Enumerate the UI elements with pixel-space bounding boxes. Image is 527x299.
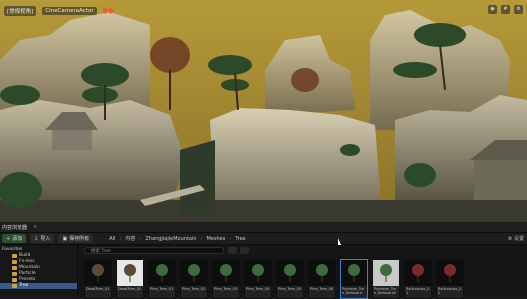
asset-thumbnail <box>181 260 207 286</box>
asset-name: RedLeaves_02 <box>438 287 462 295</box>
asset-name: Pine_Tree_05 <box>278 287 302 291</box>
asset-name: Pinetree_Tree_Billboard2 <box>374 287 397 295</box>
asset-name: DeadTree_01 <box>86 287 110 291</box>
tree-thumbnail-icon <box>156 264 168 282</box>
breadcrumb: All › 内容 › ZhangJiajieMountain › Meshes › Tr… <box>109 235 246 243</box>
scene-render <box>0 0 527 222</box>
asset-name: RedLeaves_01 <box>406 287 430 295</box>
tree-thumbnail-icon <box>380 264 392 282</box>
level-viewport[interactable]: [常规视角] CineCameraActor 录像 ◉ # ⚙ <box>0 0 527 222</box>
record-indicator: 录像 <box>102 9 114 15</box>
breadcrumb-item[interactable]: 内容 <box>125 235 135 242</box>
add-label: 添加 <box>12 236 23 242</box>
content-browser-tab[interactable]: 内容浏览器 × <box>0 222 527 233</box>
tree-thumbnail-icon <box>444 264 456 282</box>
tree-item-label: Tree <box>19 283 29 288</box>
breadcrumb-item[interactable]: Tree <box>235 236 245 242</box>
asset-name: Pine_Tree_04 <box>246 287 270 291</box>
tree-thumbnail-icon <box>220 264 232 282</box>
camera-actor-label[interactable]: CineCameraActor <box>42 7 97 15</box>
asset-tile[interactable]: Pine_Tree_03 <box>212 259 240 299</box>
asset-name: DeadTree_02 <box>118 287 142 291</box>
asset-view: 搜索 Tree DeadTree_01 DeadTree_02 Pine_Tree_… <box>78 245 527 299</box>
asset-tile[interactable]: RedLeaves_01 <box>404 259 432 299</box>
tree-thumbnail-icon <box>316 264 328 282</box>
breadcrumb-item[interactable]: ZhangJiajieMountain <box>145 236 196 242</box>
asset-tile[interactable]: Pine_Tree_02 <box>180 259 208 299</box>
folder-icon <box>12 272 17 276</box>
asset-tile[interactable]: Pinetree_Tree_Billboard <box>340 259 368 299</box>
asset-thumbnail <box>213 260 239 286</box>
folder-icon <box>12 266 17 270</box>
viewport-right-icons: ◉ # ⚙ <box>488 5 523 14</box>
tree-thumbnail-icon <box>252 264 264 282</box>
breadcrumb-item[interactable]: Meshes <box>206 236 225 242</box>
view-mode-label[interactable]: [常规视角] <box>4 6 37 16</box>
asset-tile[interactable]: Pinetree_Tree_Billboard2 <box>372 259 400 299</box>
settings-button[interactable]: ⚙ 设置 <box>508 235 524 242</box>
folder-icon <box>12 278 17 282</box>
import-icon: ⇩ <box>34 235 39 242</box>
add-button[interactable]: + 添加 <box>2 234 27 243</box>
grid-icon[interactable]: # <box>501 5 510 14</box>
gear-icon: ⚙ <box>507 236 513 242</box>
save-search-icon[interactable] <box>240 247 249 254</box>
mouse-cursor <box>338 238 344 245</box>
asset-thumbnail <box>309 260 335 286</box>
filter-icon[interactable] <box>228 247 237 254</box>
close-icon[interactable]: × <box>33 224 37 230</box>
search-placeholder: 搜索 Tree <box>91 249 111 254</box>
asset-thumbnail <box>245 260 271 286</box>
asset-thumbnail <box>85 260 111 286</box>
settings-icon[interactable]: ⚙ <box>514 5 523 14</box>
search-input[interactable]: 搜索 Tree <box>84 247 224 254</box>
tree-thumbnail-icon <box>284 264 296 282</box>
folder-icon <box>12 254 17 258</box>
asset-name: Pine_Tree_06 <box>310 287 334 291</box>
tree-item-tree[interactable]: Tree <box>0 283 77 289</box>
content-browser-title: 内容浏览器 <box>2 224 28 231</box>
import-label: 导入 <box>40 236 51 242</box>
asset-tile[interactable]: RedLeaves_02 <box>436 259 464 299</box>
tree-thumbnail-icon <box>412 264 424 282</box>
viewport-toolbar: [常规视角] CineCameraActor 录像 <box>0 0 527 22</box>
tree-thumbnail-icon <box>124 264 136 282</box>
save-all-button[interactable]: ▣ 保存所有 <box>58 234 94 243</box>
folder-icon <box>12 284 17 288</box>
camera-icon[interactable]: ◉ <box>488 5 497 14</box>
tree-thumbnail-icon <box>188 264 200 282</box>
tree-thumbnail-icon <box>92 264 104 282</box>
plus-icon: + <box>6 235 11 242</box>
settings-label: 设置 <box>513 236 524 242</box>
asset-name: Pine_Tree_03 <box>214 287 238 291</box>
asset-thumbnail <box>405 260 431 286</box>
content-browser: 内容浏览器 × + 添加 ⇩ 导入 ▣ 保存所有 All › 内容 › ZhangJiaj… <box>0 222 527 299</box>
asset-thumbnail <box>117 260 143 286</box>
asset-tile[interactable]: DeadTree_02 <box>116 259 144 299</box>
asset-name: Pine_Tree_01 <box>150 287 174 291</box>
folder-icon <box>12 260 17 264</box>
asset-tile[interactable]: Pine_Tree_05 <box>276 259 304 299</box>
save-icon: ▣ <box>62 235 68 242</box>
asset-tile[interactable]: Pine_Tree_04 <box>244 259 272 299</box>
filter-buttons <box>228 247 249 254</box>
asset-tile[interactable]: DeadTree_01 <box>84 259 112 299</box>
folder-tree: Favorites Build Fx-less Mountain Particl… <box>0 245 78 297</box>
asset-thumbnail <box>149 260 175 286</box>
import-button[interactable]: ⇩ 导入 <box>30 234 55 243</box>
asset-name: Pinetree_Tree_Billboard <box>342 287 364 295</box>
asset-thumbnail <box>373 260 399 286</box>
asset-thumbnail <box>341 260 367 286</box>
tree-thumbnail-icon <box>348 264 360 282</box>
content-browser-body: Favorites Build Fx-less Mountain Particl… <box>0 245 527 299</box>
asset-tiles: DeadTree_01 DeadTree_02 Pine_Tree_01 Pine_T… <box>84 259 464 299</box>
asset-tile[interactable]: Pine_Tree_06 <box>308 259 336 299</box>
breadcrumb-item[interactable]: All <box>109 236 115 242</box>
save-all-label: 保存所有 <box>69 236 90 242</box>
asset-thumbnail <box>277 260 303 286</box>
asset-tile[interactable]: Pine_Tree_01 <box>148 259 176 299</box>
asset-name: Pine_Tree_02 <box>182 287 206 291</box>
content-browser-toolbar: + 添加 ⇩ 导入 ▣ 保存所有 All › 内容 › ZhangJiajieMounta… <box>0 233 527 245</box>
asset-thumbnail <box>437 260 463 286</box>
